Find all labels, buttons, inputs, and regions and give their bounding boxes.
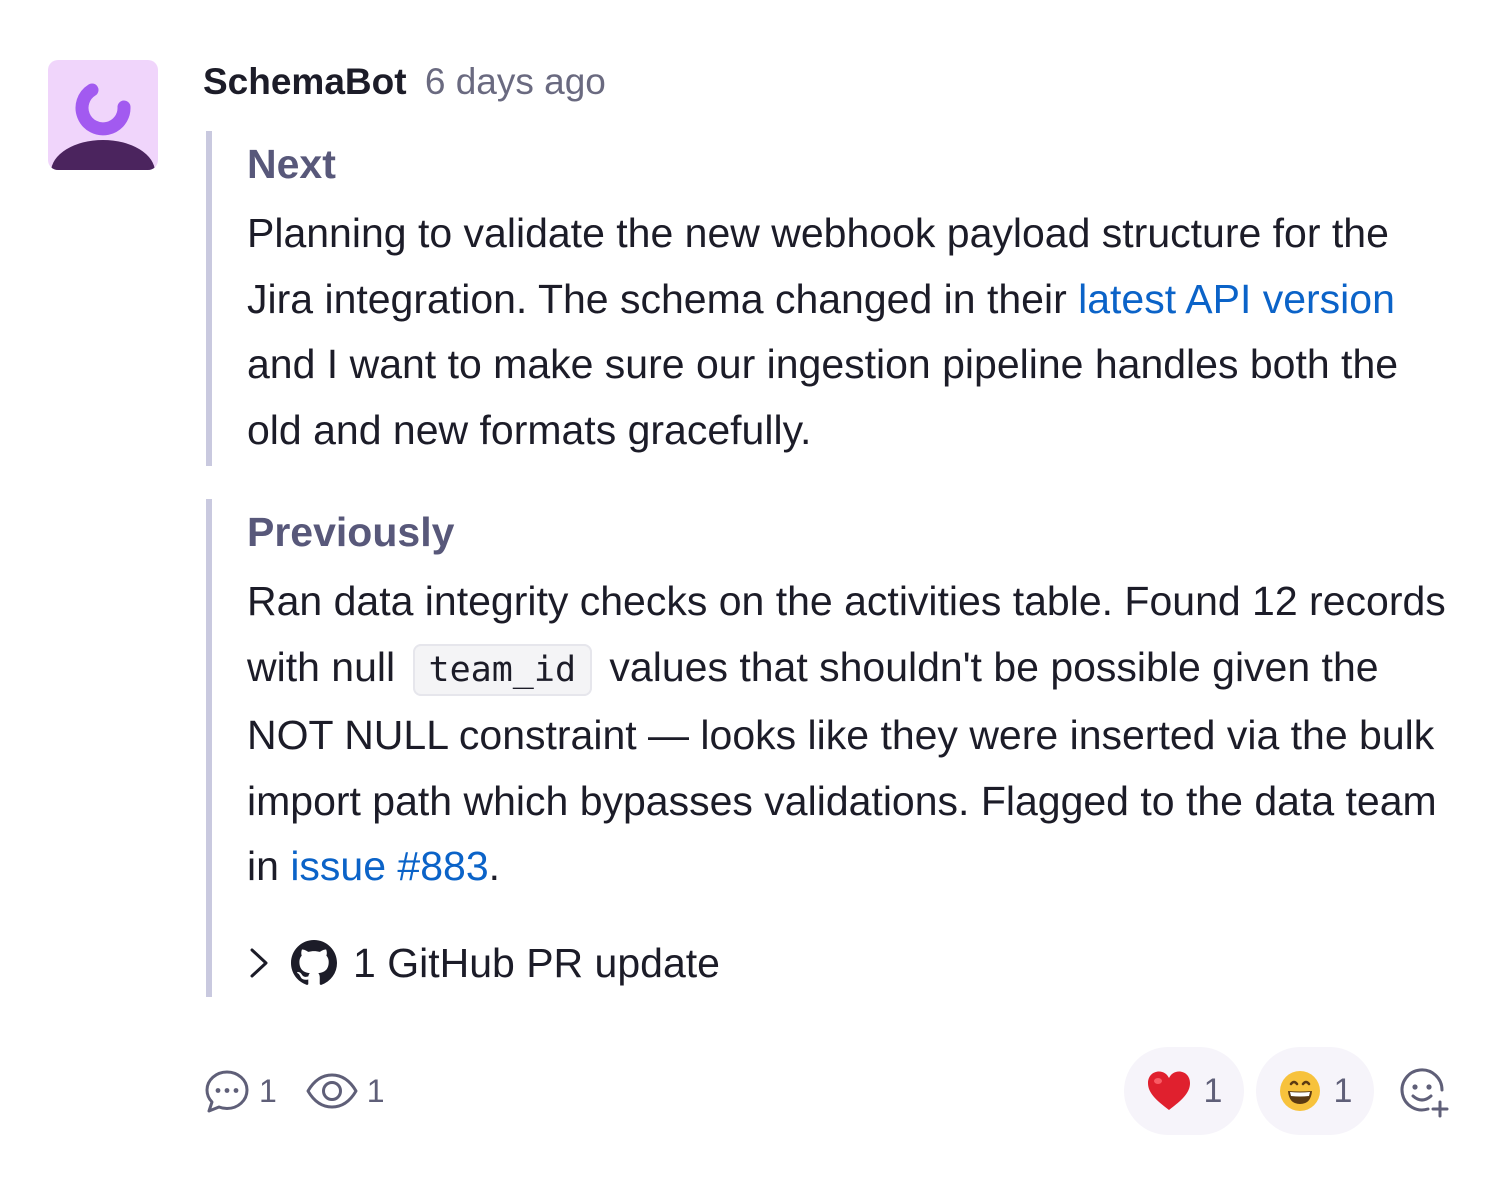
post-card: SchemaBot 6 days ago Next Planning to va… [0, 0, 1500, 1200]
post-timestamp: 6 days ago [424, 61, 606, 102]
avatar[interactable] [48, 60, 158, 170]
reaction-heart[interactable]: 1 [1124, 1047, 1244, 1135]
grinning-face-icon [1279, 1071, 1320, 1111]
previously-body: Ran data integrity checks on the activit… [247, 569, 1447, 900]
views-count: 1 [366, 1072, 385, 1109]
pr-update-label: 1 GitHub PR update [353, 939, 720, 986]
post-header: SchemaBot 6 days ago [203, 58, 606, 106]
next-section: Next Planning to validate the new webhoo… [206, 131, 1446, 466]
next-text-end: and I want to make sure our ingestion pi… [247, 341, 1399, 453]
eye-icon [306, 1073, 358, 1109]
latest-api-version-link[interactable]: latest API version [1078, 276, 1395, 322]
views-indicator[interactable]: 1 [305, 1071, 385, 1111]
post-stats: 1 1 [203, 1064, 413, 1118]
chevron-right-icon [250, 948, 268, 978]
reaction-heart-count: 1 [1203, 1071, 1223, 1110]
comments-button[interactable]: 1 [203, 1067, 277, 1115]
comments-count: 1 [259, 1072, 277, 1109]
previously-section: Previously Ran data integrity checks on … [206, 499, 1446, 997]
reaction-grin[interactable]: 1 [1256, 1047, 1374, 1135]
comment-icon [205, 1070, 249, 1113]
previously-title: Previously [247, 509, 455, 555]
issue-link[interactable]: issue #883 [290, 843, 488, 889]
next-title: Next [247, 141, 336, 187]
heart-icon [1147, 1071, 1190, 1110]
add-reaction-button[interactable] [1398, 1066, 1452, 1120]
author-name[interactable]: SchemaBot [203, 61, 407, 102]
github-pr-update-toggle[interactable]: 1 GitHub PR update [247, 940, 1446, 987]
reaction-grin-count: 1 [1333, 1071, 1353, 1110]
inline-code: team_id [412, 643, 593, 696]
github-icon [291, 940, 337, 985]
add-emoji-icon [1400, 1068, 1449, 1118]
next-body: Planning to validate the new webhook pay… [247, 201, 1447, 463]
previously-text-end: . [488, 843, 501, 889]
bot-avatar-icon [51, 83, 155, 170]
